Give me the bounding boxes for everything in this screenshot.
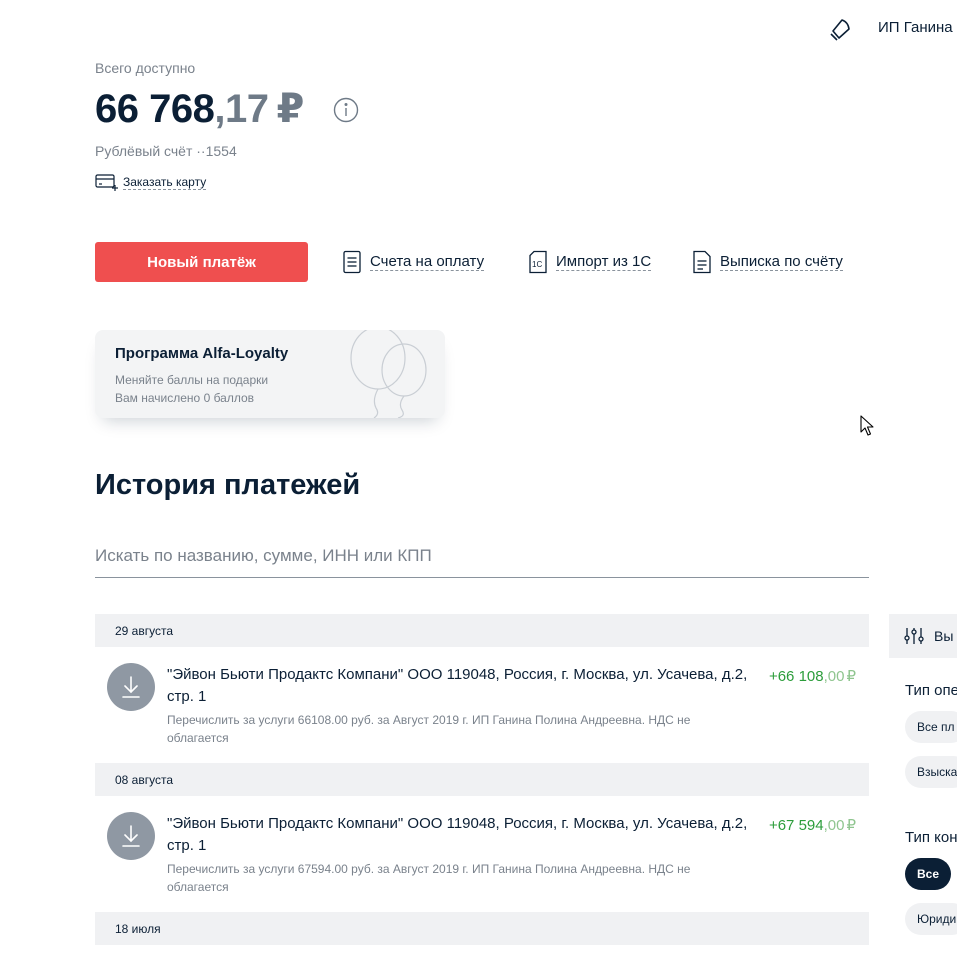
order-card-label: Заказать карту bbox=[123, 174, 207, 190]
import-1c-link[interactable]: 1С Импорт из 1С bbox=[528, 250, 652, 274]
amount-currency: ₽ bbox=[846, 668, 856, 685]
info-icon[interactable] bbox=[333, 97, 359, 123]
bell-icon[interactable] bbox=[829, 16, 853, 42]
file-1c-icon: 1С bbox=[529, 250, 547, 274]
history-search-input[interactable] bbox=[95, 535, 869, 578]
loyalty-points: Вам начислено 0 баллов bbox=[115, 391, 255, 405]
amount-integer: +67 594 bbox=[768, 817, 824, 834]
filter-chip-collections[interactable]: Взыска bbox=[905, 756, 957, 788]
transaction-counterparty: "Эйвон Бьюти Продактс Компани" ООО 11904… bbox=[167, 666, 748, 705]
date-label: 29 августа bbox=[115, 624, 174, 638]
amount-currency: ₽ bbox=[846, 817, 856, 834]
invoices-label: Счета на оплату bbox=[370, 253, 485, 271]
amount-fraction: ,00 bbox=[823, 817, 845, 834]
counterparty-type-label: Тип кон bbox=[905, 829, 957, 846]
statement-icon bbox=[693, 250, 711, 274]
filter-sliders-icon bbox=[904, 628, 924, 644]
invoices-link[interactable]: Счета на оплату bbox=[342, 250, 485, 274]
mouse-cursor-icon bbox=[860, 415, 874, 436]
date-header: 29 августа bbox=[95, 614, 869, 647]
statement-label: Выписка по счёту bbox=[720, 253, 843, 271]
filter-chip-legal[interactable]: Юриди bbox=[905, 903, 957, 935]
loyalty-subtitle: Меняйте баллы на подарки bbox=[115, 373, 269, 387]
statement-link[interactable]: Выписка по счёту bbox=[692, 250, 843, 274]
transaction-row[interactable]: "Эйвон Бьюти Продактс Компани" ООО 11904… bbox=[95, 796, 869, 912]
date-header: 08 августа bbox=[95, 763, 869, 796]
new-payment-button[interactable]: Новый платёж bbox=[95, 242, 308, 282]
filter-chip-all[interactable]: Все bbox=[905, 858, 952, 890]
transaction-purpose: Перечислить за услуги 66108.00 руб. за А… bbox=[167, 713, 691, 745]
filter-toggle-label: Вы bbox=[934, 628, 954, 644]
incoming-arrow-icon bbox=[107, 812, 155, 860]
filter-toggle-button[interactable]: Вы bbox=[889, 614, 957, 658]
balance: 66 768,17 ₽ bbox=[95, 86, 304, 132]
account-number: Рублёвый счёт ··1554 bbox=[95, 143, 237, 159]
user-name[interactable]: ИП Ганина bbox=[878, 19, 953, 36]
balance-currency: ₽ bbox=[276, 87, 304, 131]
available-label: Всего доступно bbox=[95, 60, 196, 76]
date-header: 18 июля bbox=[95, 912, 869, 945]
document-icon bbox=[343, 250, 361, 274]
loyalty-card[interactable]: Программа Alfa-Loyalty Меняйте баллы на … bbox=[95, 330, 445, 418]
date-label: 08 августа bbox=[115, 773, 174, 787]
transaction-amount: +67 594,00 ₽ bbox=[769, 816, 856, 834]
operation-type-label: Тип опе bbox=[905, 682, 957, 699]
amount-fraction: ,00 bbox=[823, 668, 845, 685]
amount-integer: +66 108 bbox=[768, 668, 824, 685]
balance-integer: 66 768 bbox=[95, 87, 215, 131]
svg-text:1С: 1С bbox=[532, 260, 542, 269]
incoming-arrow-icon bbox=[107, 663, 155, 711]
loyalty-title: Программа Alfa-Loyalty bbox=[115, 345, 289, 362]
card-plus-icon bbox=[95, 174, 118, 191]
transaction-amount: +66 108,00 ₽ bbox=[769, 667, 856, 685]
history-title: История платежей bbox=[95, 469, 361, 501]
import-1c-label: Импорт из 1С bbox=[556, 253, 652, 271]
balloons-icon bbox=[350, 330, 427, 418]
order-card-link[interactable]: Заказать карту bbox=[95, 172, 207, 192]
transaction-counterparty: "Эйвон Бьюти Продактс Компани" ООО 11904… bbox=[167, 815, 748, 854]
transaction-row[interactable]: "Эйвон Бьюти Продактс Компани" ООО 11904… bbox=[95, 647, 869, 763]
filter-chip-all-payments[interactable]: Все пл bbox=[905, 711, 957, 743]
balance-fraction: ,17 bbox=[214, 87, 269, 131]
transaction-purpose: Перечислить за услуги 67594.00 руб. за А… bbox=[167, 862, 691, 894]
date-label: 18 июля bbox=[115, 922, 161, 936]
